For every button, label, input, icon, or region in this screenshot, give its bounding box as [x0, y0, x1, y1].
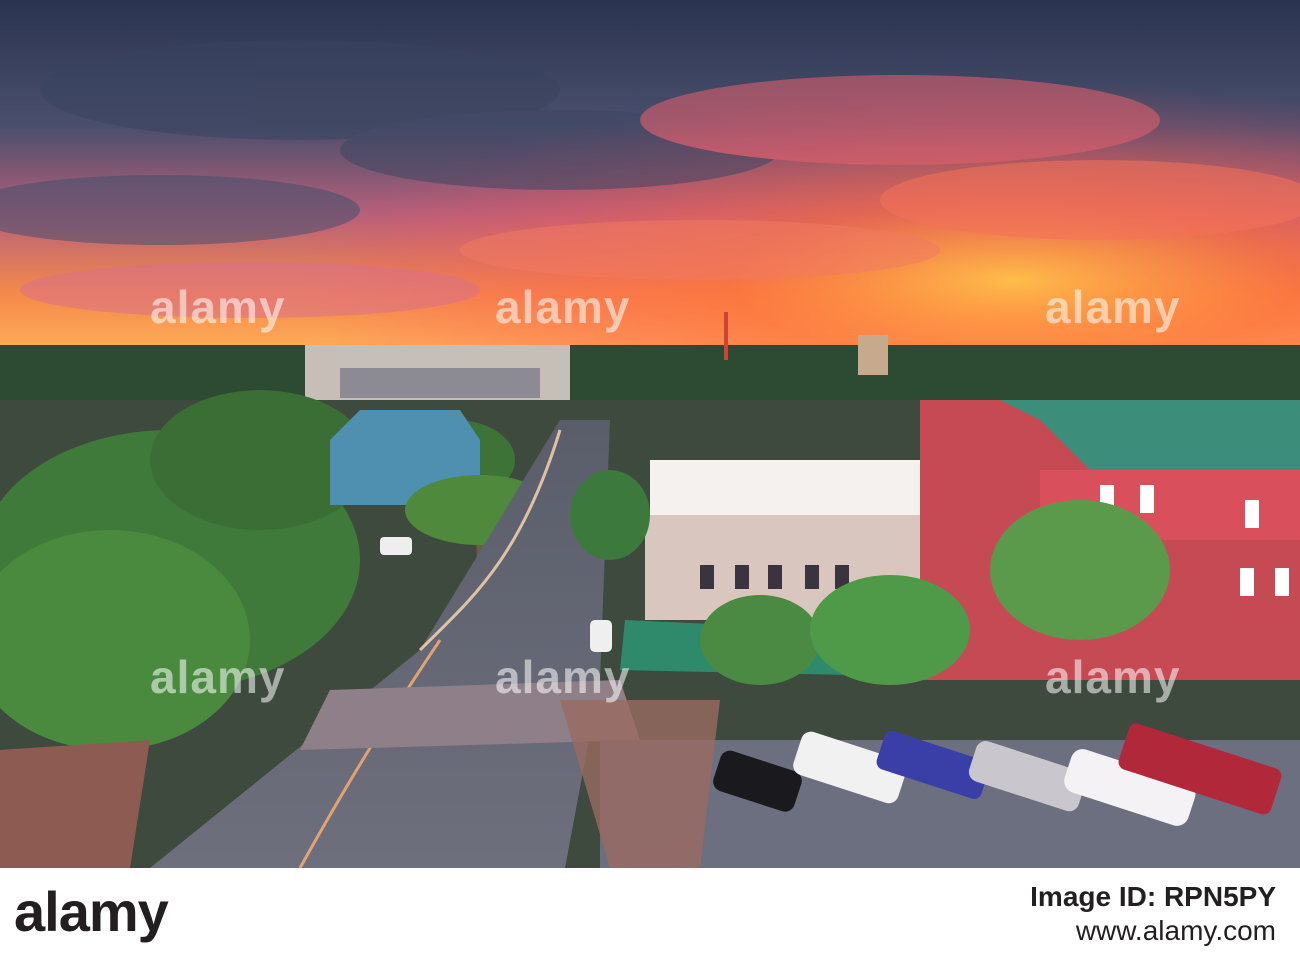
watermark-lower-right: alamy	[1045, 651, 1181, 703]
watermark-lower-center: alamy	[495, 651, 631, 703]
watermark-right: alamy	[1045, 281, 1181, 333]
watermark-lower-left: alamy	[150, 651, 286, 703]
downtown-sunset-photo	[0, 0, 1300, 868]
treeline	[0, 345, 1300, 405]
watermark-center: alamy	[495, 281, 631, 333]
site-url-link[interactable]: www.alamy.com	[1030, 914, 1276, 948]
alamy-logo[interactable]: alamy	[14, 878, 169, 946]
footer-info: Image ID: RPN5PY www.alamy.com	[1030, 880, 1276, 948]
image-id-label: Image ID: RPN5PY	[1030, 881, 1276, 912]
distant-tower	[858, 335, 888, 375]
watermark-left: alamy	[150, 281, 286, 333]
footer-bar: alamy Image ID: RPN5PY www.alamy.com	[0, 868, 1300, 957]
